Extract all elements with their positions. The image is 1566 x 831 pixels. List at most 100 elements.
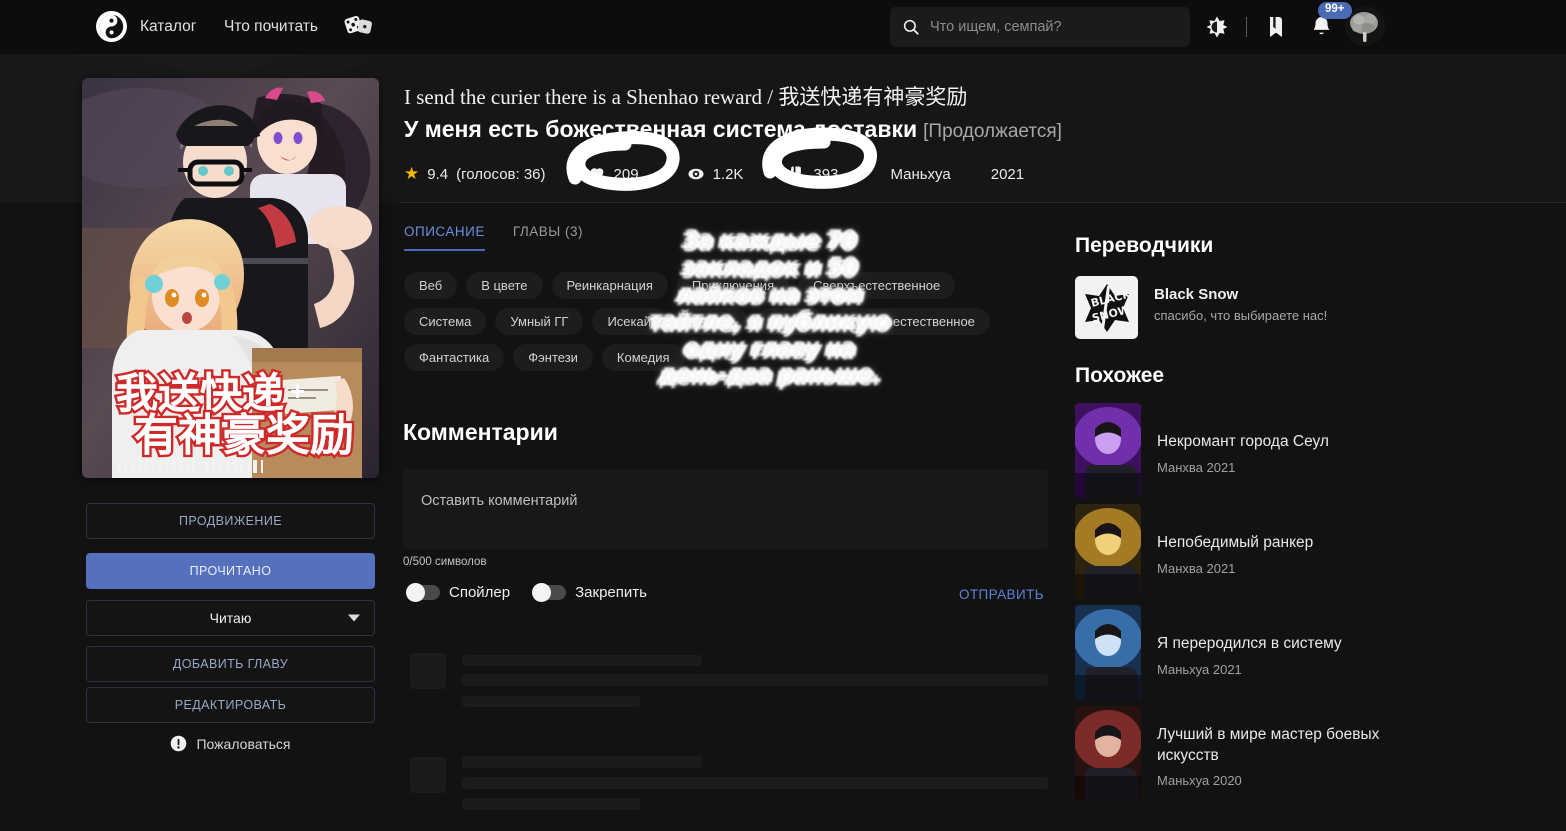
- list-item[interactable]: Лучший в мире мастер боевых искусств Мань…: [1075, 706, 1475, 807]
- comment-skeleton-line: [462, 696, 640, 707]
- search-icon: [903, 19, 919, 35]
- pin-switch[interactable]: [532, 583, 567, 602]
- notification-badge[interactable]: 99+: [1318, 2, 1352, 19]
- comment-input[interactable]: Оставить комментарий: [403, 469, 1048, 549]
- genre-tag[interactable]: Сверхъестественное: [832, 308, 990, 335]
- genre-tag[interactable]: Умный ГГ: [495, 308, 584, 335]
- report-link[interactable]: Пожаловаться: [86, 735, 375, 752]
- similar-titles-list: Некромант города Сеул Манхва 2021 Непобеди…: [1075, 403, 1475, 807]
- similar-cover: [1075, 403, 1141, 498]
- comment-skeleton-line: [462, 674, 1048, 686]
- star-icon: ★: [404, 164, 420, 183]
- cover-artwork: 我送快递 我送快递 有神豪奖励 有神豪奖励 +: [82, 78, 379, 478]
- similar-cover-art: [1075, 605, 1141, 700]
- rating: ★ 9.4 (голосов: 36): [404, 164, 546, 184]
- likes-count[interactable]: 209: [588, 165, 639, 183]
- svg-text:+: +: [290, 376, 305, 406]
- genre-tag[interactable]: Боевик: [675, 308, 748, 335]
- bookmark-icon[interactable]: [1264, 15, 1288, 39]
- likes-value: 209: [613, 165, 639, 183]
- similar-title: Непобедимый ранкер: [1157, 534, 1314, 552]
- top-header: Каталог Что почитать Что ищем, семпай? 9…: [0, 0, 1566, 54]
- content-tabs: ОПИСАНИЕ ГЛАВЫ (3): [404, 224, 583, 251]
- comments-heading: Комментарии: [403, 419, 558, 445]
- bookmark-icon: [791, 166, 802, 182]
- yin-yang-logo-icon: [99, 14, 124, 39]
- genre-tags: Веб В цвете Реинкарнация Приключения Сверхъе…: [404, 272, 1024, 371]
- warning-icon: [171, 735, 187, 752]
- similar-cover: [1075, 706, 1141, 801]
- views-count: 1.2K: [687, 165, 743, 183]
- tab-chapters[interactable]: ГЛАВЫ (3): [513, 224, 583, 251]
- list-item[interactable]: Непобедимый ранкер Манхва 2021: [1075, 504, 1475, 605]
- genre-tag[interactable]: В цвете: [466, 272, 543, 299]
- similar-meta: Манхва 2021: [1157, 459, 1236, 475]
- similar-title: Я переродился в систему: [1157, 635, 1342, 653]
- comment-options: Спойлер Закрепить: [406, 583, 647, 602]
- reading-status-select[interactable]: Читаю: [86, 600, 375, 636]
- site-logo[interactable]: [96, 11, 127, 42]
- title-meta-row: ★ 9.4 (голосов: 36) 209 1.2K 393 Маньхуа…: [404, 164, 1024, 184]
- cover-image[interactable]: 我送快递 我送快递 有神豪奖励 有神豪奖励 +: [82, 78, 379, 478]
- title-type[interactable]: Маньхуа: [890, 166, 950, 183]
- search-input[interactable]: [930, 19, 1190, 35]
- list-item[interactable]: Я переродился в систему Маньхуа 2021: [1075, 605, 1475, 706]
- bookmarks-count[interactable]: 393: [787, 165, 838, 183]
- status-badge: [Продолжается]: [923, 121, 1062, 142]
- translator-name: Black Snow: [1154, 286, 1239, 303]
- translator-logo: BLACK SNOW: [1075, 276, 1138, 339]
- read-status-button[interactable]: ПРОЧИТАНО: [86, 553, 375, 589]
- comment-skeleton-avatar: [410, 757, 446, 793]
- genre-tag[interactable]: Сверхъестественное: [798, 272, 956, 299]
- header-divider: [1246, 17, 1247, 37]
- contrast-theme-icon[interactable]: [1205, 15, 1229, 39]
- bookmarks-value: 393: [813, 165, 839, 183]
- spoiler-label: Спойлер: [449, 584, 511, 601]
- genre-tag[interactable]: Фэнтези: [513, 344, 593, 371]
- eye-icon: [688, 168, 704, 180]
- list-item[interactable]: Некромант города Сеул Манхва 2021: [1075, 403, 1475, 504]
- translator-tagline: спасибо, что выбираете нас!: [1154, 308, 1328, 323]
- spoiler-switch[interactable]: [406, 583, 440, 602]
- similar-cover: [1075, 605, 1141, 700]
- translator-card[interactable]: BLACK SNOW Black Snow спасибо, что выбир…: [1075, 276, 1327, 339]
- genre-tag[interactable]: Приключения: [676, 272, 790, 299]
- pin-label: Закрепить: [575, 584, 647, 601]
- genre-tag[interactable]: Гарем: [756, 308, 824, 335]
- edit-button[interactable]: РЕДАКТИРОВАТЬ: [86, 687, 375, 723]
- add-chapter-button[interactable]: ДОБАВИТЬ ГЛАВУ: [86, 646, 375, 682]
- translators-heading: Переводчики: [1075, 234, 1214, 257]
- nav-catalog[interactable]: Каталог: [140, 18, 196, 36]
- similar-cover-art: [1075, 403, 1141, 498]
- page-title: У меня есть божественная система доставк…: [404, 116, 1062, 143]
- rating-value: 9.4: [427, 165, 449, 183]
- nav-what-to-read[interactable]: Что почитать: [224, 18, 318, 36]
- comment-placeholder: Оставить комментарий: [421, 493, 578, 509]
- similar-cover: [1075, 504, 1141, 599]
- similar-heading: Похожее: [1075, 364, 1165, 387]
- comment-skeleton-line: [462, 777, 1048, 789]
- heart-icon: [590, 168, 603, 181]
- black-snow-logo-icon: BLACK SNOW: [1084, 283, 1132, 332]
- genre-tag[interactable]: Реинкарнация: [551, 272, 668, 299]
- search-box[interactable]: [890, 7, 1190, 47]
- submit-comment-button[interactable]: ОТПРАВИТЬ: [959, 587, 1044, 602]
- spoiler-toggle[interactable]: Спойлер: [406, 583, 511, 602]
- report-label: Пожаловаться: [196, 735, 291, 752]
- promote-button[interactable]: ПРОДВИЖЕНИЕ: [86, 503, 375, 539]
- similar-cover-art: [1075, 706, 1141, 801]
- dice-icon[interactable]: [344, 12, 372, 40]
- svg-text:有神豪奖励: 有神豪奖励: [134, 410, 354, 461]
- genre-tag[interactable]: Система: [404, 308, 487, 335]
- tab-description[interactable]: ОПИСАНИЕ: [404, 224, 485, 251]
- title-russian: У меня есть божественная система доставк…: [404, 116, 918, 142]
- char-counter: 0/500 символов: [403, 556, 487, 568]
- comment-skeleton-line: [462, 756, 702, 768]
- genre-tag[interactable]: Комедия: [601, 344, 685, 371]
- genre-tag[interactable]: Веб: [404, 272, 458, 299]
- similar-meta: Манхва 2021: [1157, 560, 1236, 576]
- genre-tag[interactable]: Исекай: [592, 308, 666, 335]
- title-year[interactable]: 2021: [991, 166, 1024, 183]
- genre-tag[interactable]: Фантастика: [404, 344, 505, 371]
- pin-toggle[interactable]: Закрепить: [532, 583, 647, 602]
